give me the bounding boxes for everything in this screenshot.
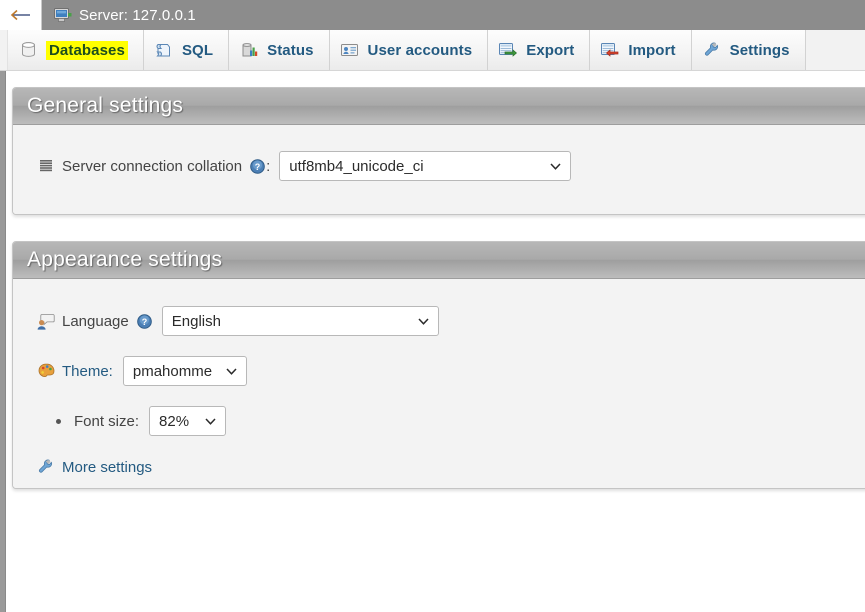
sql-scroll-icon bbox=[155, 41, 173, 59]
tab-export[interactable]: Export bbox=[488, 30, 591, 70]
general-settings-header: General settings bbox=[13, 88, 865, 125]
chevron-down-icon bbox=[205, 418, 216, 425]
export-icon bbox=[499, 41, 518, 59]
theme-select[interactable]: pmahomme bbox=[122, 356, 247, 386]
user-card-icon bbox=[341, 41, 359, 59]
tab-import-label: Import bbox=[628, 41, 676, 59]
phpmyadmin-server-settings-page: Server: 127.0.0.1 Databases SQL Status U… bbox=[0, 0, 865, 612]
bullet-icon bbox=[49, 412, 67, 430]
server-icon bbox=[54, 7, 72, 23]
general-settings-body: Server connection collation ? : utf8mb4_… bbox=[13, 125, 865, 214]
font-size-label: Font size: bbox=[74, 412, 140, 430]
more-settings-link[interactable]: More settings bbox=[62, 459, 152, 476]
language-label: Language bbox=[62, 312, 129, 330]
tab-status[interactable]: Status bbox=[229, 30, 330, 70]
general-settings-title: General settings bbox=[27, 94, 184, 117]
language-select[interactable]: English bbox=[161, 306, 439, 336]
tab-user-accounts[interactable]: User accounts bbox=[329, 30, 489, 70]
tab-settings[interactable]: Settings bbox=[691, 30, 806, 70]
language-select-value: English bbox=[171, 312, 221, 330]
tab-settings-label: Settings bbox=[729, 41, 790, 59]
collation-lines-icon bbox=[37, 157, 55, 175]
wrench-icon bbox=[37, 458, 55, 476]
collation-select-value: utf8mb4_unicode_ci bbox=[289, 157, 424, 175]
collation-label: Server connection collation bbox=[62, 157, 243, 175]
chevron-down-icon bbox=[226, 368, 237, 375]
tab-databases-label: Databases bbox=[46, 40, 128, 60]
settings-content: General settings Server connection colla… bbox=[6, 71, 865, 612]
language-speech-icon bbox=[37, 312, 55, 330]
font-size-select-value: 82% bbox=[159, 412, 190, 430]
theme-row: Theme: pmahomme bbox=[37, 356, 247, 386]
tab-databases[interactable]: Databases bbox=[7, 30, 144, 70]
server-titlebar: Server: 127.0.0.1 bbox=[0, 0, 865, 30]
tab-status-label: Status bbox=[267, 41, 314, 59]
tab-sql[interactable]: SQL bbox=[143, 30, 230, 70]
palette-icon bbox=[37, 362, 55, 380]
main-tabbar: Databases SQL Status User accounts Expor… bbox=[0, 30, 865, 71]
appearance-settings-panel: Appearance settings Language ? English T… bbox=[12, 241, 865, 489]
tab-user-accounts-label: User accounts bbox=[367, 41, 473, 59]
back-button[interactable] bbox=[0, 0, 42, 30]
server-connection-collation-row: Server connection collation ? : utf8mb4_… bbox=[37, 151, 572, 181]
chevron-down-icon bbox=[550, 163, 561, 170]
status-chart-icon bbox=[240, 41, 258, 59]
tab-export-label: Export bbox=[526, 41, 575, 59]
tab-sql-label: SQL bbox=[181, 41, 214, 59]
appearance-settings-header: Appearance settings bbox=[13, 242, 865, 279]
server-title: Server: 127.0.0.1 bbox=[79, 6, 196, 24]
theme-select-value: pmahomme bbox=[132, 362, 213, 380]
font-size-row: Font size: 82% bbox=[49, 406, 227, 436]
help-question-icon[interactable]: ? bbox=[250, 158, 265, 174]
font-size-select[interactable]: 82% bbox=[149, 406, 227, 436]
chevron-down-icon bbox=[418, 318, 429, 325]
import-icon bbox=[601, 41, 619, 59]
svg-text:?: ? bbox=[255, 162, 261, 172]
database-icon bbox=[19, 41, 37, 59]
more-settings-row[interactable]: More settings bbox=[37, 458, 152, 476]
collation-colon: : bbox=[266, 157, 271, 175]
svg-text:?: ? bbox=[142, 317, 148, 327]
language-row: Language ? English bbox=[37, 306, 439, 336]
help-question-icon[interactable]: ? bbox=[136, 313, 152, 329]
theme-label: Theme: bbox=[62, 362, 113, 380]
general-settings-panel: General settings Server connection colla… bbox=[12, 87, 865, 215]
back-arrow-icon bbox=[9, 8, 33, 22]
collation-select[interactable]: utf8mb4_unicode_ci bbox=[279, 151, 572, 181]
tab-import[interactable]: Import bbox=[590, 30, 692, 70]
appearance-settings-title: Appearance settings bbox=[27, 248, 223, 271]
wrench-icon bbox=[703, 41, 721, 59]
appearance-settings-body: Language ? English Theme: pmahomme Font … bbox=[13, 279, 865, 488]
